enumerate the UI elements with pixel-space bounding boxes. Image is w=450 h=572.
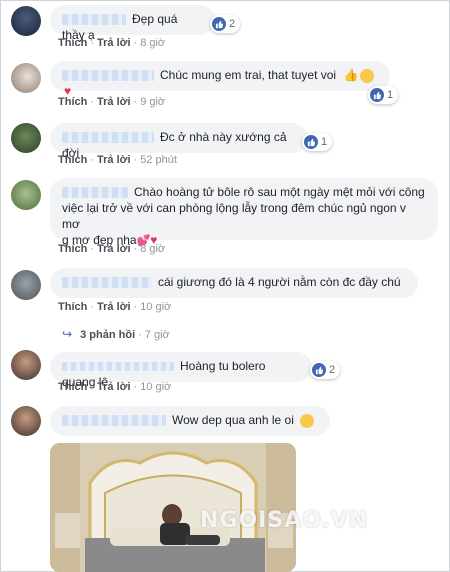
timestamp[interactable]: 10 giờ — [140, 301, 171, 313]
commenter-name[interactable] — [62, 187, 128, 199]
reply-button[interactable]: Trả lời — [97, 96, 131, 108]
comment-actions: Thích · Trả lời · 8 giờ — [58, 37, 166, 49]
comment-actions: Thích · Trả lời · 8 giờ — [58, 243, 166, 255]
comment-bubble: cái giương đó là 4 người nằm còn đc đầy … — [50, 268, 418, 298]
timestamp[interactable]: 52 phút — [140, 154, 177, 166]
like-button[interactable]: Thích — [58, 301, 87, 313]
avatar[interactable] — [11, 270, 41, 300]
commenter-name[interactable] — [62, 70, 154, 82]
comment-actions: Thích · Trả lời · 10 giờ — [58, 301, 172, 313]
reply-button[interactable]: Trả lời — [97, 37, 131, 49]
reaction-number: 1 — [387, 89, 394, 101]
replies-time: 7 giờ — [144, 329, 170, 341]
comment-bubble: Chúc mung em trai, that tuyet voi 👍♥ — [50, 61, 390, 98]
reaction-count[interactable]: 1 — [302, 133, 333, 151]
like-icon — [304, 135, 318, 149]
watermark: NGOISAO.VN — [200, 508, 369, 533]
commenter-name[interactable] — [62, 277, 152, 289]
avatar[interactable] — [11, 123, 41, 153]
replies-row[interactable]: ↪ 3 phản hồi · 7 giờ — [62, 327, 170, 341]
reply-arrow-icon: ↪ — [62, 327, 73, 341]
reply-button[interactable]: Trả lời — [97, 243, 131, 255]
reaction-count[interactable]: 1 — [368, 86, 399, 104]
reaction-count[interactable]: 2 — [210, 15, 241, 33]
timestamp[interactable]: 9 giờ — [140, 96, 165, 108]
reaction-number: 2 — [229, 18, 236, 30]
comment-bubble: Wow dep qua anh le oi — [50, 406, 330, 436]
like-button[interactable]: Thích — [58, 154, 87, 166]
reply-button[interactable]: Trả lời — [97, 301, 131, 313]
like-icon — [370, 88, 384, 102]
commenter-name[interactable] — [62, 362, 174, 372]
avatar[interactable] — [11, 406, 41, 436]
emoji-thumbs: 👍 — [343, 68, 359, 82]
like-icon — [212, 17, 226, 31]
commenter-name[interactable] — [62, 132, 154, 144]
avatar[interactable] — [11, 350, 41, 380]
comment-bubble: Đc ở nhà này xướng cả đời — [50, 123, 307, 160]
avatar[interactable] — [11, 6, 41, 36]
comment-actions: Thích · Trả lời · 52 phút — [58, 154, 177, 166]
like-button[interactable]: Thích — [58, 243, 87, 255]
avatar[interactable] — [11, 63, 41, 93]
timestamp[interactable]: 10 giờ — [140, 381, 171, 393]
like-button[interactable]: Thích — [58, 96, 87, 108]
reaction-count[interactable]: 2 — [310, 361, 341, 379]
comment-bubble: Đẹp quá thầy ạ — [50, 5, 215, 42]
comment-text-line: Chào hoàng tử bôle rô sau một ngày mệt m… — [134, 185, 425, 199]
reply-button[interactable]: Trả lời — [97, 381, 131, 393]
like-icon — [312, 363, 326, 377]
comment-bubble: Hoàng tu bolero quang lê — [50, 352, 312, 389]
heart-eyes-icon — [360, 68, 375, 83]
timestamp[interactable]: 8 giờ — [140, 243, 165, 255]
timestamp[interactable]: 8 giờ — [140, 37, 165, 49]
commenter-name[interactable] — [62, 14, 126, 26]
avatar[interactable] — [11, 180, 41, 210]
comment-bubble: Chào hoàng tử bôle rô sau một ngày mệt m… — [50, 178, 438, 247]
like-button[interactable]: Thích — [58, 37, 87, 49]
like-button[interactable]: Thích — [58, 381, 87, 393]
comment-text-line: việc lại trở về với can phòng lộng lẫy t… — [62, 201, 406, 231]
smile-icon — [300, 413, 315, 428]
reaction-number: 1 — [321, 136, 328, 148]
comment-text: Wow dep qua anh le oi — [172, 413, 294, 427]
comment-text: Chúc mung em trai, that tuyet voi — [160, 68, 337, 82]
reaction-number: 2 — [329, 364, 336, 376]
comment-text: cái giương đó là 4 người nằm còn đc đầy … — [158, 275, 401, 289]
commenter-name[interactable] — [62, 415, 166, 427]
reply-button[interactable]: Trả lời — [97, 154, 131, 166]
comment-actions: Thích · Trả lời · 9 giờ — [58, 96, 166, 108]
view-replies-link[interactable]: 3 phản hồi — [80, 329, 135, 341]
comment-actions: Thích · Trả lời · 10 giờ — [58, 381, 172, 393]
